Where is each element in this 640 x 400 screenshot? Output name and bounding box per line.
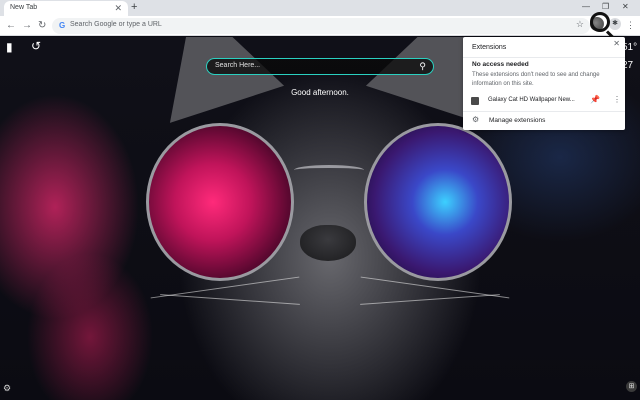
reload-button[interactable]: ↻	[38, 19, 46, 32]
gear-icon: ⚙	[472, 115, 480, 124]
divider	[463, 111, 625, 112]
extension-menu-icon[interactable]: ⋮	[613, 95, 621, 104]
settings-icon[interactable]: ⚙	[3, 383, 11, 394]
puzzle-icon[interactable]: ✱	[609, 18, 621, 30]
divider	[463, 57, 625, 58]
omnibox[interactable]: G Search Google or type a URL ☆	[52, 18, 590, 34]
tab-close-icon[interactable]: ✕	[114, 2, 122, 14]
magnifier-cursor-icon	[590, 12, 610, 32]
tab-new-tab[interactable]: New Tab ✕	[4, 1, 128, 16]
back-button[interactable]: ←	[6, 19, 16, 32]
new-tab-button[interactable]: +	[131, 1, 137, 14]
bookmark-icon[interactable]: ▮	[6, 40, 13, 54]
extensions-popup: Extensions ✕ No access needed These exte…	[463, 37, 625, 130]
omnibox-placeholder: Search Google or type a URL	[70, 21, 162, 28]
history-icon[interactable]: ↺	[31, 39, 41, 53]
glasses-lens-left	[146, 123, 294, 281]
cat-nose	[300, 225, 356, 261]
glasses-bridge	[294, 165, 364, 175]
section-description: These extensions don't need to see and c…	[472, 72, 600, 87]
grid-icon[interactable]: ⊞	[626, 381, 637, 392]
google-icon: G	[59, 21, 66, 30]
page-search-placeholder: Search Here...	[215, 62, 261, 69]
browser-menu-icon[interactable]: ⋮	[626, 19, 635, 31]
restore-button[interactable]: ❐	[602, 1, 609, 13]
whisker	[360, 294, 500, 305]
section-title: No access needed	[472, 61, 529, 68]
whisker	[160, 294, 300, 305]
minimize-button[interactable]: —	[582, 1, 590, 13]
window-close-button[interactable]: ✕	[622, 1, 629, 13]
extension-icon	[471, 97, 479, 105]
manage-extensions-link[interactable]: Manage extensions	[489, 117, 545, 124]
pin-icon[interactable]: 📌	[590, 95, 600, 104]
tab-title: New Tab	[10, 4, 38, 11]
glasses-lens-right	[364, 123, 512, 281]
cat-ear-left	[135, 37, 285, 123]
page-search-box[interactable]: Search Here... ⚲	[206, 58, 434, 75]
tab-strip: New Tab ✕ + — ❐ ✕	[0, 0, 640, 16]
search-icon[interactable]: ⚲	[419, 61, 426, 72]
extension-name[interactable]: Galaxy Cat HD Wallpaper New...	[488, 97, 575, 103]
popup-close-icon[interactable]: ✕	[613, 39, 620, 48]
star-icon[interactable]: ☆	[576, 19, 584, 30]
forward-button[interactable]: →	[22, 19, 32, 32]
browser-toolbar: ← → ↻ G Search Google or type a URL ☆ ✱ …	[0, 16, 640, 36]
popup-title: Extensions	[472, 44, 507, 51]
